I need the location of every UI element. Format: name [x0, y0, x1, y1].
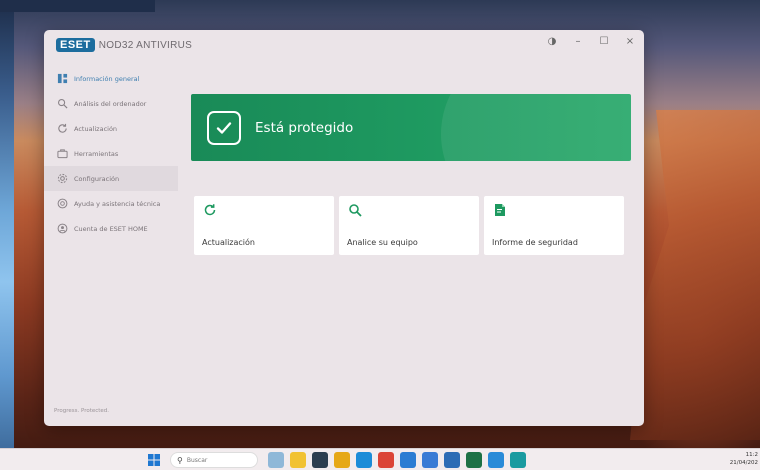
minimize-button[interactable]: – — [572, 36, 584, 47]
sidebar-item-label: Actualización — [74, 124, 118, 133]
quick-actions: Actualización Analice su equipo Informe … — [194, 196, 624, 255]
chrome-icon[interactable] — [378, 452, 394, 468]
eset-logo: ESET NOD32 ANTIVIRUS — [56, 38, 192, 52]
sidebar-item-account[interactable]: Cuenta de ESET HOME — [44, 216, 178, 241]
briefcase-icon — [56, 148, 68, 160]
update-tile[interactable]: Actualización — [194, 196, 334, 255]
eset-window: ESET NOD32 ANTIVIRUS ◑ – ☐ × Información… — [44, 30, 644, 426]
sidebar-item-overview[interactable]: Información general — [44, 66, 178, 91]
eset-app-icon[interactable] — [510, 452, 526, 468]
protection-status-banner: Está protegido — [191, 94, 631, 161]
landscape-app-icon[interactable] — [268, 452, 284, 468]
protection-status-text: Está protegido — [255, 119, 354, 136]
mail-icon[interactable] — [444, 452, 460, 468]
taskview-icon[interactable] — [312, 452, 328, 468]
background-window — [0, 0, 14, 470]
logo-brand: ESET — [56, 38, 95, 52]
clock-time: 11:2 — [745, 452, 758, 458]
photos-icon[interactable] — [488, 452, 504, 468]
edge-icon[interactable] — [356, 452, 372, 468]
refresh-icon — [56, 123, 68, 135]
sidebar-item-scan[interactable]: Análisis del ordenador — [44, 91, 178, 116]
account-icon — [56, 223, 68, 235]
window-titlebar[interactable]: ESET NOD32 ANTIVIRUS ◑ – ☐ × — [44, 30, 644, 64]
scan-computer-tile[interactable]: Analice su equipo — [339, 196, 479, 255]
sidebar-item-label: Ayuda y asistencia técnica — [74, 199, 161, 208]
sidebar-item-tools[interactable]: Herramientas — [44, 141, 178, 166]
app-icon-1[interactable] — [422, 452, 438, 468]
security-report-tile[interactable]: Informe de seguridad — [484, 196, 624, 255]
overview-icon — [56, 73, 68, 85]
logo-product-name: NOD32 ANTIVIRUS — [98, 39, 193, 51]
refresh-icon — [204, 204, 216, 216]
store-icon[interactable] — [400, 452, 416, 468]
background-window-titlebar — [0, 0, 155, 12]
close-button[interactable]: × — [624, 36, 636, 47]
sidebar-item-update[interactable]: Actualización — [44, 116, 178, 141]
folder-icon[interactable] — [334, 452, 350, 468]
tile-label: Analice su equipo — [347, 238, 418, 247]
checkmark-icon — [207, 110, 241, 145]
help-icon — [56, 198, 68, 210]
taskbar-pinned-apps — [268, 452, 526, 468]
maximize-button[interactable]: ☐ — [598, 36, 610, 47]
window-controls: ◑ – ☐ × — [546, 36, 636, 47]
sidebar-item-label: Herramientas — [74, 149, 119, 158]
search-icon — [56, 98, 68, 110]
taskbar-search-placeholder: Buscar — [186, 456, 208, 464]
clock-date: 21/04/202 — [729, 460, 758, 466]
sidebar: Información general Análisis del ordenad… — [44, 66, 178, 366]
taskbar-clock[interactable]: 11:2 21/04/202 — [730, 451, 758, 467]
excel-icon[interactable] — [466, 452, 482, 468]
search-icon — [349, 204, 362, 217]
taskbar: ⚲ Buscar 11:2 21/04/202 — [0, 448, 760, 470]
search-icon: ⚲ — [177, 455, 183, 465]
tile-label: Actualización — [202, 238, 255, 247]
sidebar-item-label: Información general — [74, 74, 140, 83]
windows-start-icon[interactable] — [148, 454, 160, 466]
gear-icon — [56, 173, 68, 185]
sidebar-item-help[interactable]: Ayuda y asistencia técnica — [44, 191, 178, 216]
sidebar-item-label: Configuración — [74, 174, 120, 183]
sidebar-footer-slogan: Progress. Protected. — [54, 408, 110, 414]
tile-label: Informe de seguridad — [492, 238, 578, 247]
report-icon — [495, 204, 505, 216]
file-explorer-icon[interactable] — [290, 452, 306, 468]
sidebar-item-label: Análisis del ordenador — [74, 99, 147, 108]
sidebar-item-settings[interactable]: Configuración — [44, 166, 178, 191]
sidebar-item-label: Cuenta de ESET HOME — [74, 224, 148, 233]
taskbar-search-box[interactable]: ⚲ Buscar — [170, 452, 258, 468]
theme-toggle-button[interactable]: ◑ — [546, 36, 558, 47]
